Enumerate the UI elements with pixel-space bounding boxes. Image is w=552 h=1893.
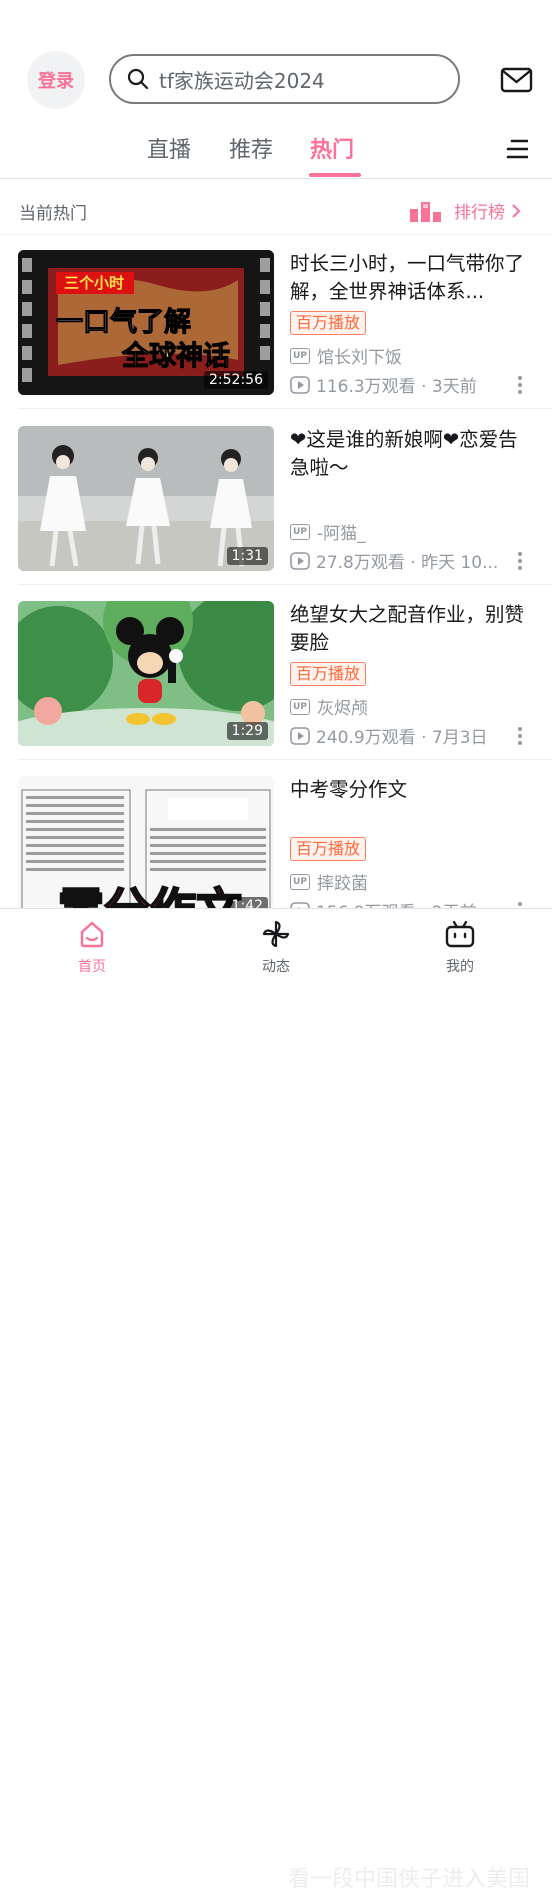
up-icon: UP	[290, 347, 310, 364]
tab-hot[interactable]: 热门	[310, 132, 354, 164]
nav-label: 我的	[446, 959, 474, 975]
video-duration: 2:52:56	[204, 371, 268, 389]
video-author[interactable]: UP 灰烬颅	[290, 694, 368, 719]
thumbnail-text: 三个小时	[64, 274, 125, 292]
nav-mine[interactable]: 我的	[420, 919, 500, 976]
ranking-label: 排行榜	[454, 203, 505, 223]
section-title: 当前热门	[19, 204, 87, 224]
video-title[interactable]: 绝望女大之配音作业，别赞要脸	[290, 601, 535, 657]
video-author[interactable]: UP -阿猫_	[290, 519, 366, 544]
play-count-icon	[290, 551, 310, 570]
author-name: -阿猫_	[317, 524, 366, 544]
million-plays-tag: 百万播放	[290, 662, 367, 686]
video-duration: 1:29	[226, 722, 268, 740]
video-title[interactable]: 中考零分作文	[290, 776, 535, 806]
view-stats: 116.3万观看 · 3天前	[316, 377, 477, 397]
video-title[interactable]: 时长三小时，一口气带你了解，全世界神话体系...	[290, 250, 535, 306]
home-icon	[80, 921, 104, 948]
video-thumbnail[interactable]: 三个小时 一口气了解 全球神话 2:52:56	[18, 250, 274, 395]
video-author[interactable]: UP 馆长刘下饭	[290, 343, 402, 368]
play-count-icon	[290, 726, 310, 745]
more-options-icon[interactable]	[518, 727, 524, 748]
video-card[interactable]: 1:29 绝望女大之配音作业，别赞要脸 百万播放 UP 灰烬颅 240.9万观看…	[0, 585, 552, 760]
nav-home[interactable]: 首页	[52, 919, 132, 976]
view-stats: 240.9万观看 · 7月3日	[316, 728, 488, 748]
video-stats: 27.8万观看 · 昨天 10...	[290, 548, 498, 573]
nav-dynamic[interactable]: 动态	[236, 919, 316, 976]
video-stats: 116.3万观看 · 3天前	[290, 372, 477, 397]
search-query: tf家族运动会2024	[159, 68, 325, 93]
video-author[interactable]: UP 摔跤菌	[290, 869, 368, 894]
video-card[interactable]: 三个小时 一口气了解 全球神话 2:52:56 时长三小时，一口气带你了解，全世…	[0, 234, 552, 409]
author-name: 灰烬颅	[317, 699, 368, 719]
pinwheel-icon	[262, 920, 290, 948]
video-card[interactable]: 1:31 ❤这是谁的新娘啊❤恋爱告急啦～ UP -阿猫_ 27.8万观看 · 昨…	[0, 410, 552, 585]
tabs-divider	[0, 178, 552, 179]
tab-active-indicator	[309, 173, 361, 177]
million-plays-tag: 百万播放	[290, 837, 367, 861]
card-divider	[18, 408, 552, 409]
more-options-icon[interactable]	[518, 552, 524, 573]
chevron-right-icon	[512, 203, 521, 218]
view-stats: 27.8万观看 · 昨天 10...	[316, 553, 499, 573]
search-icon	[127, 68, 149, 90]
more-options-icon[interactable]	[518, 376, 524, 397]
video-title[interactable]: ❤这是谁的新娘啊❤恋爱告急啦～	[290, 426, 535, 482]
tv-icon	[445, 920, 475, 948]
bottom-nav: 看一段中国侠子进入美国 首页 动态 我的	[0, 908, 552, 1892]
menu-icon[interactable]	[506, 138, 528, 160]
tab-recommend[interactable]: 推荐	[229, 132, 273, 164]
video-duration: 1:31	[226, 547, 268, 565]
video-thumbnail[interactable]: 零分作文 1:42	[18, 776, 274, 921]
mail-icon[interactable]	[500, 66, 533, 94]
million-plays-tag: 百万播放	[290, 311, 367, 335]
video-stats: 240.9万观看 · 7月3日	[290, 723, 488, 748]
up-icon: UP	[290, 873, 310, 890]
author-name: 摔跤菌	[317, 874, 368, 894]
ranking-icon	[410, 201, 441, 222]
up-icon: UP	[290, 698, 310, 715]
nav-label: 动态	[262, 959, 290, 975]
ranking-link[interactable]: 排行榜	[409, 198, 521, 223]
nav-label: 首页	[78, 959, 106, 975]
next-video-title-peek: 看一段中国侠子进入美国	[288, 1867, 531, 1892]
search-bar[interactable]: tf家族运动会2024	[109, 54, 460, 104]
login-button[interactable]: 登录	[27, 51, 85, 109]
up-icon: UP	[290, 523, 310, 540]
thumbnail-text: 全球神话	[122, 341, 231, 373]
play-count-icon	[290, 375, 310, 394]
author-name: 馆长刘下饭	[317, 348, 402, 368]
video-thumbnail[interactable]: 1:29	[18, 601, 274, 746]
tab-live[interactable]: 直播	[147, 132, 191, 164]
video-thumbnail[interactable]: 1:31	[18, 426, 274, 571]
